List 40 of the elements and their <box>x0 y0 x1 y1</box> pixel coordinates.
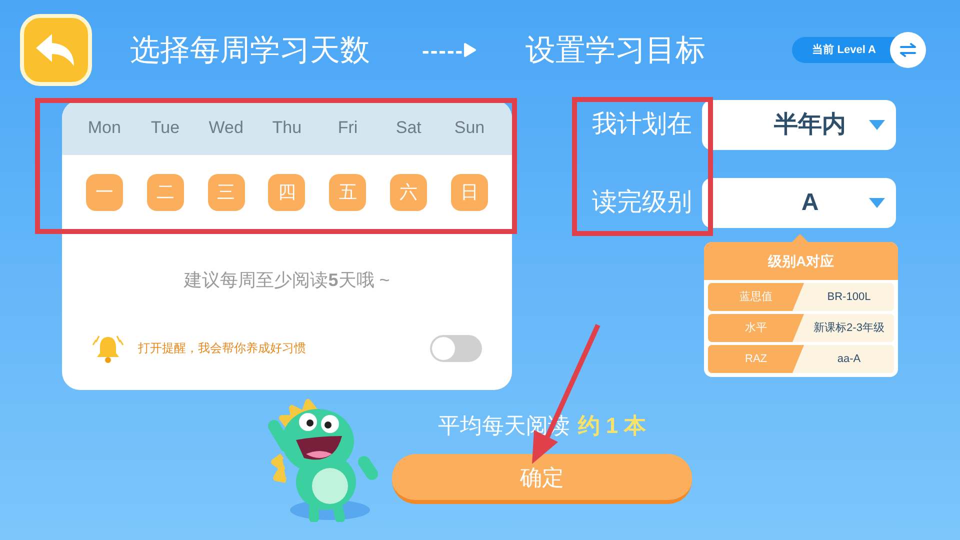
goal-dropdown[interactable]: A <box>702 178 896 228</box>
play-triangle-icon <box>464 43 476 57</box>
step-connector: ----- <box>422 36 464 64</box>
level-info-key: 水平 <box>708 314 804 342</box>
level-info-key: RAZ <box>708 345 804 373</box>
weekday-label: Sat <box>394 116 422 139</box>
level-info-value: aa-A <box>836 352 862 367</box>
weekday-label: Tue <box>150 116 181 139</box>
day-chip[interactable]: 一 <box>86 174 123 211</box>
weekday-label: Fri <box>336 116 359 139</box>
back-button[interactable] <box>20 14 92 86</box>
level-info-value: BR-100L <box>826 290 872 305</box>
swap-arrows-icon <box>899 43 917 57</box>
day-chip[interactable]: 三 <box>208 174 245 211</box>
day-chip[interactable]: 六 <box>390 174 428 211</box>
day-chip[interactable]: 二 <box>146 174 184 211</box>
weekday-label: Wed <box>208 116 244 139</box>
day-chip[interactable]: 五 <box>329 174 366 211</box>
dropdown-caret-icon <box>868 119 886 131</box>
day-chip[interactable]: 日 <box>450 174 488 211</box>
goal-dropdown[interactable]: 半年内 <box>702 100 896 150</box>
level-badge: 当前 Level A <box>792 37 898 63</box>
confirm-button[interactable]: 确定 <box>392 454 692 504</box>
reading-suggestion: 建议每周至少阅读5天哦 ~ <box>184 268 390 292</box>
reminder-text: 打开提醒，我会帮你养成好习惯 <box>138 340 306 357</box>
day-chip[interactable]: 四 <box>268 174 306 211</box>
level-info-title: 级别A对应 <box>768 252 834 270</box>
daily-reading-amount: 约 1 本 <box>578 412 646 440</box>
goal-label: 我计划在 <box>591 109 693 140</box>
level-info-key: 蓝思值 <box>708 283 804 311</box>
reminder-toggle[interactable] <box>430 334 482 362</box>
step-title: 设置学习目标 <box>526 32 706 68</box>
step-title: 选择每周学习天数 <box>130 32 370 68</box>
level-info-value: 新课标2-3年级 <box>812 320 886 336</box>
weekday-label: Mon <box>86 116 122 139</box>
weekday-label: Sun <box>453 116 486 139</box>
switch-level-button[interactable] <box>890 32 926 68</box>
goal-label: 读完级别 <box>591 187 693 218</box>
dropdown-caret-icon <box>868 197 886 209</box>
weekday-label: Thu <box>271 116 303 139</box>
